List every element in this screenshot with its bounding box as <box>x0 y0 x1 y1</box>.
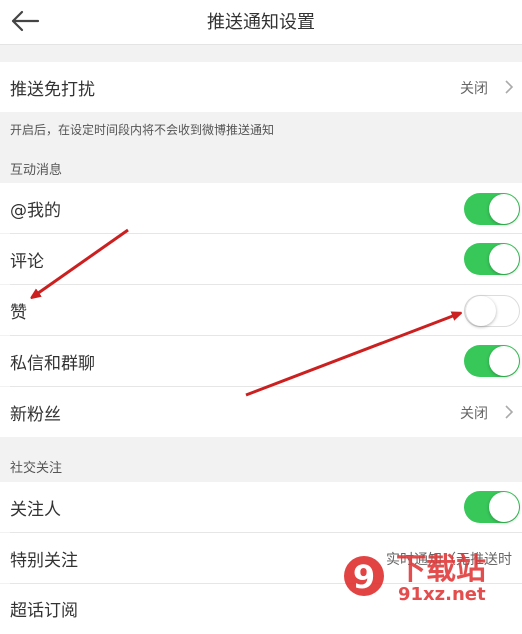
watermark-domain: 91xz.net <box>398 584 486 605</box>
row-comments: 评论 <box>0 234 522 284</box>
toggle-knob <box>489 194 519 224</box>
row-value: 关闭 <box>460 406 488 422</box>
row-following: 关注人 <box>0 482 522 532</box>
row-label: 新粉丝 <box>10 405 61 425</box>
dnd-note: 开启后，在设定时间段内将不会收到微博推送通知 <box>10 123 275 137</box>
watermark-brand: 下载站 <box>396 552 486 587</box>
chevron-right-icon <box>505 80 514 94</box>
dnd-value: 关闭 <box>460 81 488 97</box>
row-new-followers[interactable]: 新粉丝 关闭 <box>0 387 522 437</box>
row-label: 超话订阅 <box>10 601 78 621</box>
toggle-knob <box>489 346 519 376</box>
dnd-label: 推送免打扰 <box>10 80 95 100</box>
row-messages: 私信和群聊 <box>0 336 522 386</box>
following-toggle[interactable] <box>464 491 520 523</box>
watermark-logo-digit: 9 <box>353 558 375 596</box>
top-bar: 推送通知设置 <box>0 0 522 45</box>
toggle-knob <box>489 492 519 522</box>
row-label: 赞 <box>10 303 27 323</box>
mentions-toggle[interactable] <box>464 193 520 225</box>
dnd-row[interactable]: 推送免打扰 关闭 <box>0 62 522 112</box>
row-label: 特别关注 <box>10 551 78 571</box>
page-title: 推送通知设置 <box>207 12 315 33</box>
section-label-interaction: 互动消息 <box>10 163 63 178</box>
section-label-social: 社交关注 <box>10 461 63 476</box>
toggle-knob <box>489 244 519 274</box>
likes-toggle[interactable] <box>464 295 520 327</box>
row-likes: 赞 <box>0 285 522 335</box>
comments-toggle[interactable] <box>464 243 520 275</box>
row-label: 评论 <box>10 252 44 272</box>
row-mentions: @我的 <box>0 183 522 233</box>
chevron-right-icon <box>505 405 514 419</box>
messages-toggle[interactable] <box>464 345 520 377</box>
row-label: 关注人 <box>10 500 61 520</box>
row-label: @我的 <box>10 201 61 221</box>
watermark: 9 下载站 91xz.net <box>340 540 522 607</box>
row-label: 私信和群聊 <box>10 354 95 374</box>
toggle-knob <box>466 296 496 326</box>
